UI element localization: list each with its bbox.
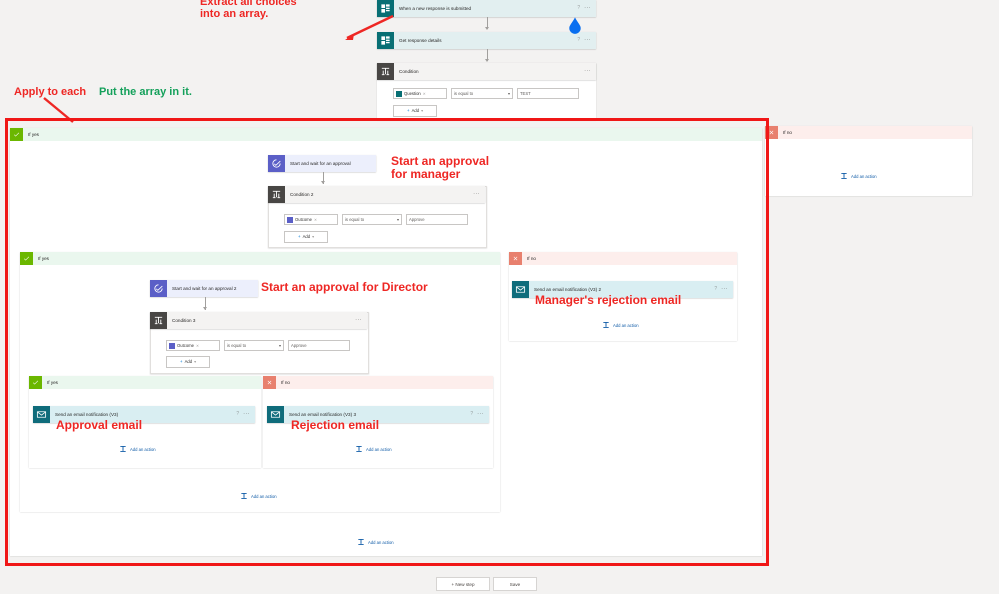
annotation-extract-choices: Extract all choices into an array. xyxy=(200,0,297,21)
save-label: Save xyxy=(509,581,521,587)
condition-1-operator-select[interactable]: is equal to ▾ xyxy=(451,88,513,99)
outer-if-no-pane: If no xyxy=(765,126,972,196)
trigger-menu-icon[interactable]: ··· xyxy=(584,6,596,11)
condition-1-value-input[interactable]: TEST xyxy=(517,88,579,99)
action-card-get-response-details[interactable]: Get response details ? ··· xyxy=(377,32,596,49)
close-icon[interactable]: ✕ xyxy=(423,92,426,96)
outer-if-no-header: If no xyxy=(765,126,972,139)
condition-icon xyxy=(377,63,394,80)
condition-1-value-text: TEST xyxy=(520,91,531,96)
annotation-put-the-array: Put the array in it. xyxy=(99,86,192,98)
condition-1-add-button[interactable]: + Add ▾ xyxy=(393,105,437,117)
chevron-down-icon: ▾ xyxy=(421,108,424,114)
connector-arrow-2 xyxy=(485,59,489,62)
get-response-title: Get response details xyxy=(399,38,442,43)
condition-1-menu-icon[interactable]: ··· xyxy=(584,69,596,74)
save-button[interactable]: Save xyxy=(493,577,537,591)
condition-1-title: Condition xyxy=(399,69,419,74)
outer-if-no-label: If no xyxy=(783,130,792,135)
add-action-outer-no[interactable]: Add an action xyxy=(840,172,877,180)
connector-arrow-1 xyxy=(485,27,489,30)
plus-icon: + xyxy=(406,108,410,114)
get-response-menu-icon[interactable]: ··· xyxy=(584,38,596,43)
microsoft-forms-icon xyxy=(396,90,402,97)
help-icon[interactable]: ? xyxy=(577,38,584,43)
condition-1-row: Question ✕ is equal to ▾ TEST xyxy=(393,88,579,99)
add-action-label: Add an action xyxy=(851,173,877,179)
highlight-rectangle-apply-to-each xyxy=(5,118,769,566)
annotation-arrow-extract-choices xyxy=(345,14,394,40)
condition-1-add-label: Add xyxy=(411,108,420,114)
trigger-card-when-new-response[interactable]: When a new response is submitted ? ··· xyxy=(377,0,596,17)
condition-1-card[interactable]: Condition ··· xyxy=(377,63,596,80)
add-action-icon xyxy=(840,172,848,180)
chevron-down-icon: ▾ xyxy=(507,91,510,96)
new-step-button[interactable]: + New step xyxy=(436,577,490,591)
mouse-cursor-pointer xyxy=(566,16,584,36)
new-step-label: + New step xyxy=(451,581,475,587)
help-icon[interactable]: ? xyxy=(577,6,584,11)
condition-1-left-token[interactable]: Question ✕ xyxy=(393,88,447,99)
condition-1-operator-value: is equal to xyxy=(454,91,474,96)
trigger-title: When a new response is submitted xyxy=(399,6,472,11)
condition-1-left-token-label: Question xyxy=(404,91,421,96)
